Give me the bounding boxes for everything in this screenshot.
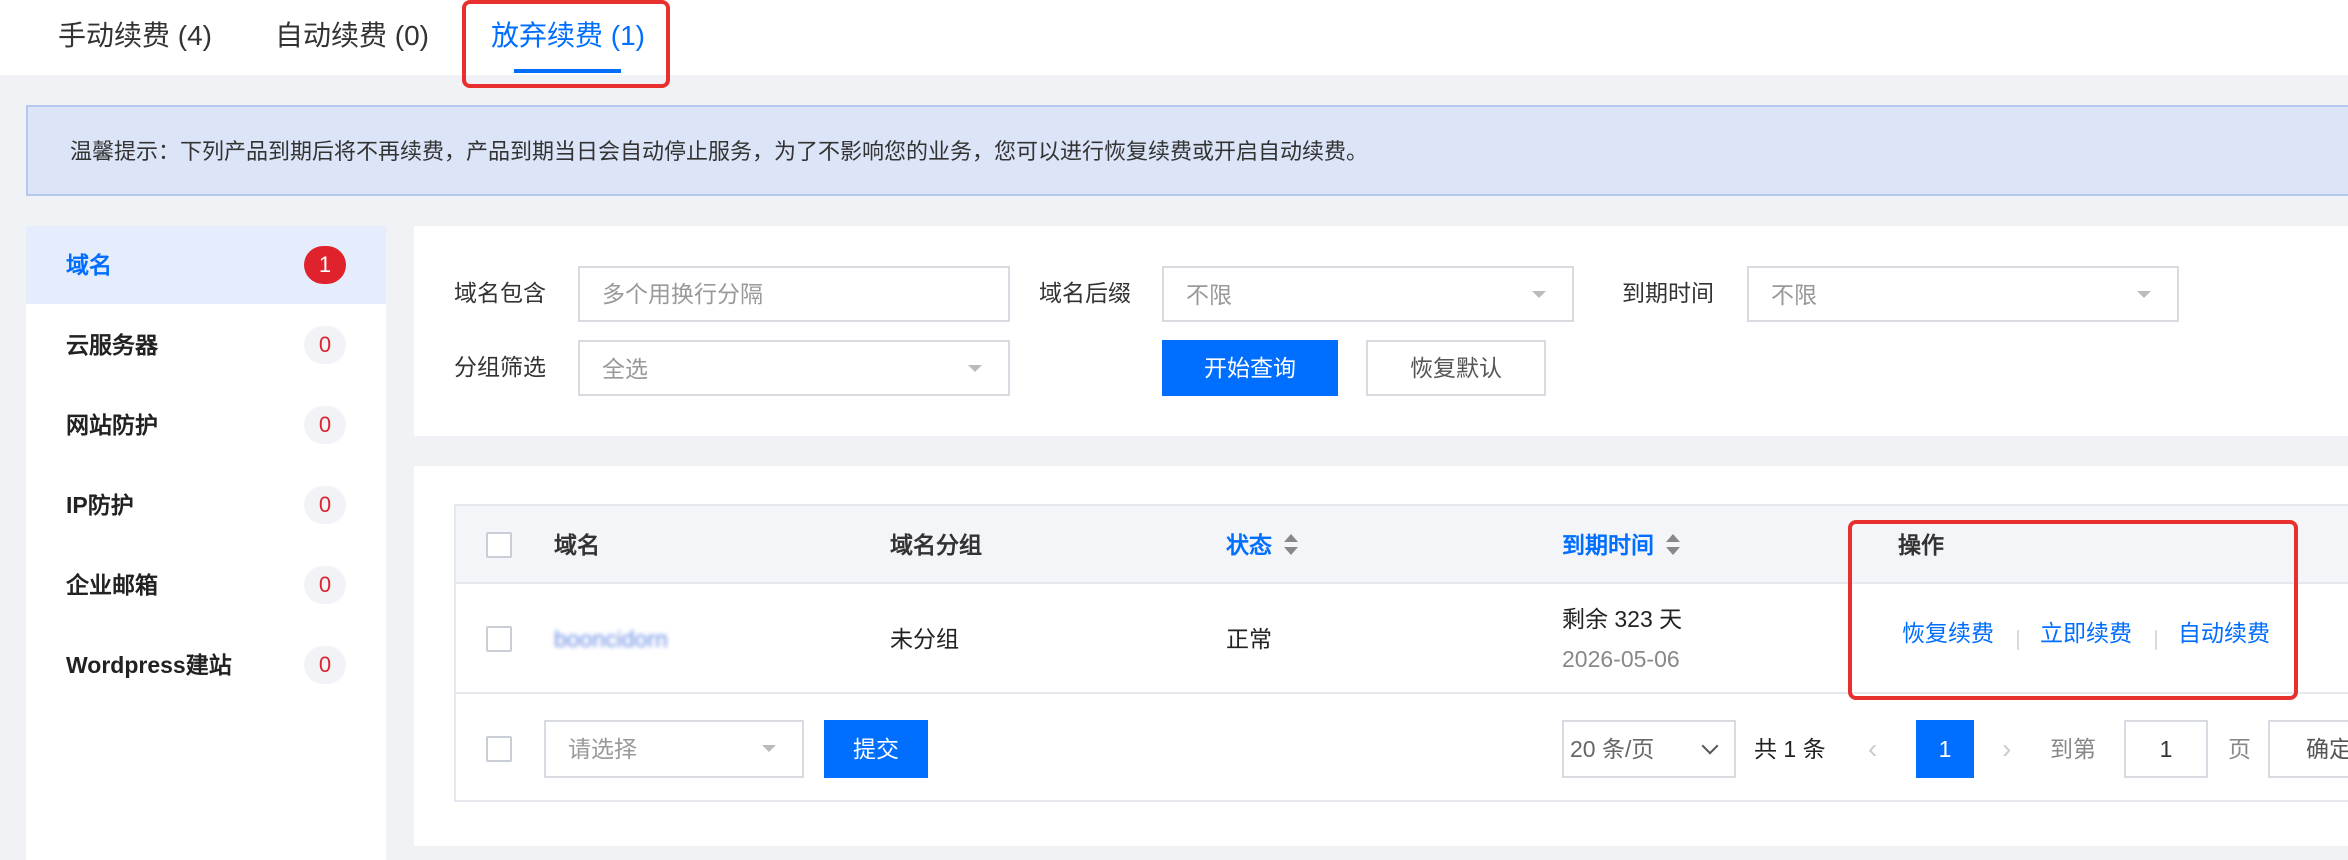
- expire-select[interactable]: 不限: [1747, 266, 2179, 322]
- count-badge: 0: [304, 646, 346, 684]
- tab-manual-renewal[interactable]: 手动续费 (4): [58, 16, 212, 56]
- chevron-left-icon[interactable]: ‹: [1868, 732, 1877, 766]
- notice-banner: 温馨提示：下列产品到期后将不再续费，产品到期当日会自动停止服务，为了不影响您的业…: [26, 105, 2348, 196]
- renewal-tabs: 手动续费 (4) 自动续费 (0) 放弃续费 (1): [0, 0, 2348, 75]
- suffix-select-value: 不限: [1186, 282, 1232, 308]
- expire-date: 2026-05-06: [1562, 646, 1680, 672]
- sidebar-item-cloud-server[interactable]: 云服务器 0: [26, 306, 386, 384]
- page-size-select[interactable]: 20 条/页: [1562, 720, 1736, 778]
- sidebar-item-label: IP防护: [66, 492, 134, 518]
- remaining-days: 剩余 323 天: [1562, 606, 1683, 632]
- total-count: 共 1 条: [1754, 736, 1826, 762]
- bulk-action-select[interactable]: 请选择: [544, 720, 804, 778]
- chevron-right-icon[interactable]: ›: [2002, 732, 2011, 766]
- highlight-box-tab: [462, 0, 670, 88]
- domain-contains-input[interactable]: [578, 266, 1010, 322]
- column-header-expire[interactable]: 到期时间: [1562, 528, 1680, 562]
- sidebar-item-ip-protection[interactable]: IP防护 0: [26, 466, 386, 544]
- count-badge: 1: [304, 246, 346, 284]
- group-select-value: 全选: [602, 356, 648, 382]
- sidebar-item-domain[interactable]: 域名 1: [26, 226, 386, 304]
- sidebar-item-label: 域名: [66, 252, 112, 278]
- row-checkbox[interactable]: [486, 626, 512, 652]
- count-badge: 0: [304, 486, 346, 524]
- count-badge: 0: [304, 566, 346, 604]
- sidebar-item-enterprise-mail[interactable]: 企业邮箱 0: [26, 546, 386, 624]
- column-header-domain: 域名: [554, 532, 600, 558]
- chevron-down-icon: [1701, 737, 1719, 755]
- sidebar-item-label: 网站防护: [66, 412, 158, 438]
- chevron-down-icon: [2137, 291, 2151, 298]
- chevron-down-icon: [762, 745, 776, 752]
- goto-label: 到第: [2050, 736, 2096, 762]
- suffix-select[interactable]: 不限: [1162, 266, 1574, 322]
- reset-button[interactable]: 恢复默认: [1366, 340, 1546, 396]
- filter-panel: 域名包含 域名后缀 不限 到期时间 不限 分组筛选 全选 开始查询 恢复默认: [414, 226, 2348, 436]
- sidebar-item-wordpress[interactable]: Wordpress建站 0: [26, 626, 386, 704]
- count-badge: 0: [304, 326, 346, 364]
- select-all-checkbox[interactable]: [486, 532, 512, 558]
- goto-page-input[interactable]: [2124, 720, 2208, 778]
- table-footer: 请选择 提交 20 条/页 共 1 条 ‹ 1 › 到第 页 确定: [456, 696, 2348, 802]
- expire-label: 到期时间: [1622, 280, 1714, 306]
- page-unit-label: 页: [2228, 736, 2251, 762]
- sidebar-item-label: 企业邮箱: [66, 572, 158, 598]
- page-number-current[interactable]: 1: [1916, 720, 1974, 778]
- highlight-box-actions: [1848, 520, 2298, 700]
- domain-name[interactable]: booncidorn: [554, 622, 668, 656]
- sidebar-item-label: 云服务器: [66, 332, 158, 358]
- submit-button[interactable]: 提交: [824, 720, 928, 778]
- tab-auto-renewal[interactable]: 自动续费 (0): [275, 16, 429, 56]
- column-header-group: 域名分组: [890, 532, 982, 558]
- group-select[interactable]: 全选: [578, 340, 1010, 396]
- page-size-value: 20 条/页: [1570, 736, 1655, 762]
- sidebar-item-site-protection[interactable]: 网站防护 0: [26, 386, 386, 464]
- sidebar-item-label: Wordpress建站: [66, 652, 232, 678]
- domain-contains-label: 域名包含: [454, 280, 546, 306]
- count-badge: 0: [304, 406, 346, 444]
- column-header-status[interactable]: 状态: [1226, 528, 1298, 562]
- group-label: 分组筛选: [454, 354, 546, 380]
- column-header-status-label: 状态: [1226, 532, 1272, 558]
- sort-icon[interactable]: [1666, 533, 1680, 556]
- expire-select-value: 不限: [1771, 282, 1817, 308]
- bulk-select-checkbox[interactable]: [486, 736, 512, 762]
- domain-group: 未分组: [890, 626, 959, 652]
- column-header-expire-label: 到期时间: [1562, 532, 1654, 558]
- notice-text: 温馨提示：下列产品到期后将不再续费，产品到期当日会自动停止服务，为了不影响您的业…: [70, 139, 1369, 164]
- sort-icon[interactable]: [1284, 533, 1298, 556]
- chevron-down-icon: [1532, 291, 1546, 298]
- product-sidebar: 域名 1 云服务器 0 网站防护 0 IP防护 0 企业邮箱 0 Wordpre…: [26, 226, 386, 860]
- search-button[interactable]: 开始查询: [1162, 340, 1338, 396]
- chevron-down-icon: [968, 365, 982, 372]
- goto-confirm-button[interactable]: 确定: [2268, 720, 2348, 778]
- suffix-label: 域名后缀: [1039, 280, 1131, 306]
- domain-status: 正常: [1226, 626, 1272, 652]
- bulk-action-select-value: 请选择: [568, 736, 637, 762]
